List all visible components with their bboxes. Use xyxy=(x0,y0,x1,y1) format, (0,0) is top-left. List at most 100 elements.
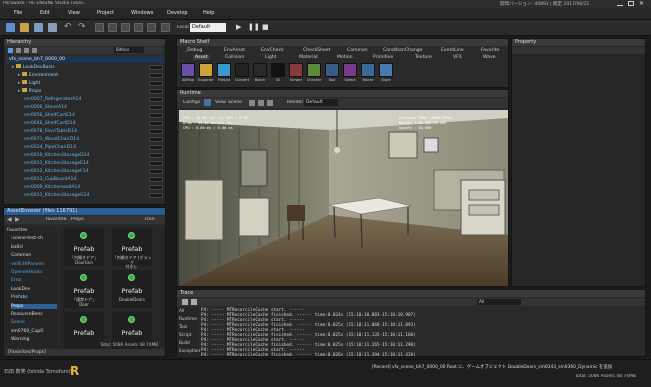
asset-tile[interactable]: Prefab 「内開きドア (グラック 付き)」 xyxy=(112,228,152,269)
asset-tile[interactable]: Prefab 「通常ドア」 Door xyxy=(64,270,104,308)
open-folder-icon[interactable] xyxy=(20,23,29,32)
visibility-toggle[interactable] xyxy=(149,113,163,118)
minimize-icon[interactable] xyxy=(617,1,623,6)
hierarchy-row[interactable]: sm0011_KitchenStorageE14 xyxy=(6,160,166,167)
hierarchy-row[interactable]: sm0078_FavriTableD14 xyxy=(6,128,166,135)
menu-edit[interactable]: Edit xyxy=(40,10,50,16)
menu-develop[interactable]: Develop xyxy=(167,10,188,16)
hierarchy-row[interactable]: sm0007_RefrigeratorA14 xyxy=(6,96,166,103)
visibility-toggle[interactable] xyxy=(149,89,163,94)
folder-item[interactable]: Prefabs xyxy=(11,295,28,300)
collapse-icon[interactable] xyxy=(32,48,37,53)
hierarchy-row[interactable]: ▸ LookDevBasis xyxy=(6,64,166,71)
folder-item[interactable]: Error xyxy=(11,278,22,283)
visibility-toggle[interactable] xyxy=(149,161,163,166)
macro-icon[interactable] xyxy=(379,63,393,77)
light-toggle-icon[interactable] xyxy=(258,100,264,106)
add-icon[interactable] xyxy=(8,48,13,53)
trace-filter-dropdown[interactable]: All xyxy=(477,299,521,305)
scene-root-row[interactable]: vfx_scene_bh7_0000_00 xyxy=(6,56,163,63)
menu-file[interactable]: File xyxy=(14,10,22,16)
grid-icon[interactable] xyxy=(95,23,104,32)
camera-icon[interactable] xyxy=(204,99,211,106)
hierarchy-row[interactable]: sm0011_KitchenStorageG14 xyxy=(6,192,166,199)
hierarchy-row[interactable]: sm0006_StoveA14 xyxy=(6,104,166,111)
hierarchy-row[interactable]: ▸ Props xyxy=(6,88,166,95)
visibility-toggle[interactable] xyxy=(149,81,163,86)
view-menu[interactable]: View xyxy=(215,100,226,105)
macro-icon[interactable] xyxy=(325,63,339,77)
clear-icon[interactable] xyxy=(182,299,188,305)
macro-icon[interactable] xyxy=(199,63,213,77)
macro-icon[interactable] xyxy=(307,63,321,77)
path-segment-favorites[interactable]: favorites xyxy=(46,217,66,222)
back-icon[interactable]: ◀ xyxy=(7,216,12,223)
maximize-icon[interactable] xyxy=(628,1,634,6)
visibility-toggle[interactable] xyxy=(149,185,163,190)
folder-item[interactable]: Favorites xyxy=(7,228,27,233)
macro-icon[interactable] xyxy=(289,63,303,77)
scene-menu[interactable]: Scene xyxy=(228,100,242,105)
move-icon[interactable] xyxy=(121,23,130,32)
game-viewport[interactable]: FPS : 30.00 (33.33) GPU : 0.00 Draw : 25… xyxy=(179,110,508,286)
hierarchy-row[interactable]: sm0009_KitchenwallA14 xyxy=(6,184,166,191)
folder-item[interactable]: ResourceBenc xyxy=(11,312,43,317)
macro-icon[interactable] xyxy=(181,63,195,77)
play-icon[interactable]: ▶ xyxy=(236,23,241,31)
save-icon[interactable] xyxy=(34,23,43,32)
path-segment-props[interactable]: Props xyxy=(71,217,84,222)
folder-item[interactable]: LookDev xyxy=(11,287,30,292)
visibility-toggle[interactable] xyxy=(149,129,163,134)
filter-icon[interactable] xyxy=(16,48,21,53)
stop-icon[interactable]: ■ xyxy=(262,23,269,31)
hierarchy-row[interactable]: sm0012_KitchenStorageF14 xyxy=(6,168,166,175)
hierarchy-row[interactable]: ▸ Light xyxy=(6,80,166,87)
folder-item[interactable]: sm0760_Cup0 xyxy=(11,329,43,334)
hierarchy-row[interactable]: sm0046_ShelfCartD14 xyxy=(6,120,166,127)
hierarchy-row[interactable]: sm0056_ShelfCartE14 xyxy=(6,112,166,119)
visibility-toggle[interactable] xyxy=(149,105,163,110)
visibility-toggle[interactable] xyxy=(149,193,163,198)
macro-icon[interactable] xyxy=(343,63,357,77)
macro-icon[interactable] xyxy=(271,63,285,77)
asset-tile[interactable]: Prefab DoubleDoors xyxy=(112,270,152,308)
forward-icon[interactable]: ▶ xyxy=(15,216,20,223)
mode-dropdown[interactable]: Default xyxy=(190,23,226,32)
visibility-toggle[interactable] xyxy=(149,145,163,150)
visibility-toggle[interactable] xyxy=(149,97,163,102)
hierarchy-row[interactable]: ▸ Environment xyxy=(6,72,166,79)
menu-help[interactable]: Help xyxy=(203,10,214,16)
visibility-toggle[interactable] xyxy=(149,177,163,182)
pause-icon[interactable]: ❚❚ xyxy=(248,23,260,31)
close-icon[interactable]: ✕ xyxy=(639,0,644,7)
hierarchy-search-input[interactable]: Bitless xyxy=(114,47,144,53)
undo-icon[interactable]: ↶ xyxy=(64,22,72,32)
macro-icon[interactable] xyxy=(361,63,375,77)
render-dropdown[interactable]: Default xyxy=(304,99,338,106)
visibility-toggle[interactable] xyxy=(149,73,163,78)
transform-icon[interactable] xyxy=(161,23,170,32)
hierarchy-row[interactable]: sm0024_PipeChairD14 xyxy=(6,144,166,151)
asset-tile[interactable]: Prefab 「内開きドア」 DoorGen xyxy=(64,228,104,266)
folder-item[interactable]: vellEditPanelm xyxy=(11,262,44,267)
visibility-toggle[interactable] xyxy=(149,153,163,158)
macro-icon[interactable] xyxy=(253,63,267,77)
folder-item[interactable]: :scene-test-ch xyxy=(11,236,43,241)
visibility-toggle[interactable] xyxy=(149,121,163,126)
folder-item[interactable]: Props xyxy=(11,303,57,309)
macro-icon[interactable] xyxy=(217,63,231,77)
hierarchy-row[interactable]: sm0010_KitchenStorageD14 xyxy=(6,152,166,159)
redo-icon[interactable]: ↷ xyxy=(78,22,86,32)
folder-item[interactable]: ba0s! xyxy=(11,245,24,250)
macro-icon[interactable] xyxy=(235,63,249,77)
menu-view[interactable]: View xyxy=(68,10,80,16)
configs-menu[interactable]: Configs xyxy=(183,100,200,105)
gizmo-toggle-icon[interactable] xyxy=(267,100,273,106)
folder-item[interactable]: OpenedHooks xyxy=(11,270,43,275)
rotate-icon[interactable] xyxy=(134,23,143,32)
new-file-icon[interactable] xyxy=(6,23,15,32)
hierarchy-row[interactable]: sm0013_CupBoardA14 xyxy=(6,176,166,183)
scale-icon[interactable] xyxy=(147,23,156,32)
asset-tile[interactable]: Prefab xyxy=(64,312,104,350)
visibility-toggle[interactable] xyxy=(149,65,163,70)
